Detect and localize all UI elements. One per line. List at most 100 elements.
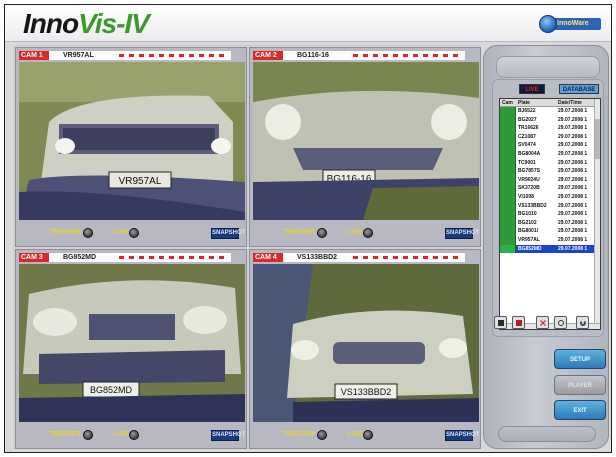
camera-panel-2: CAM 2 BG116-16 BG116-16 TRIGGER LIVE SNA…	[249, 47, 481, 247]
table-row[interactable]: BJ6522 29.07.2008 1	[500, 107, 600, 116]
table-row[interactable]: BG2102 29.07.2008 1	[500, 218, 600, 228]
camera-id: CAM 4	[253, 253, 283, 262]
snapshot-button[interactable]: SNAPSHOT	[445, 430, 479, 441]
row-cam-cell	[500, 218, 516, 228]
live-knob[interactable]	[129, 228, 139, 238]
column-header-plate[interactable]: Plate	[516, 99, 556, 106]
table-body: BJ6522 29.07.2008 1 BG2027 29.07.2008 1 TR16…	[500, 107, 600, 254]
brand-text: InnoWare	[557, 20, 589, 27]
tab-database[interactable]: DATABASE	[559, 84, 599, 94]
camera-controls: TRIGGER LIVE SNAPSHOT	[19, 226, 245, 242]
trigger-label: TRIGGER	[49, 431, 81, 438]
row-plate-cell: BG2102	[518, 219, 537, 226]
row-plate-cell: TC9001	[518, 159, 536, 166]
camera-plate-readout: VS133BBD2	[297, 254, 338, 261]
panel-top-bar	[496, 56, 600, 78]
row-cam-cell	[500, 167, 516, 176]
table-row[interactable]: SK3720B 29.07.2008 1	[500, 184, 600, 193]
table-row[interactable]: BG7857S 29.07.2008 1	[500, 167, 600, 176]
car-image: VS133BBD2	[253, 264, 479, 422]
globe-icon	[539, 15, 557, 33]
car-image: BG852MD	[19, 264, 245, 422]
snapshot-button[interactable]: SNAPSHOT	[211, 228, 245, 239]
row-cam-cell	[500, 107, 516, 116]
row-plate-cell: BG8001I	[518, 228, 539, 235]
table-row[interactable]: VR957AL 29.07.2008 1	[500, 235, 600, 245]
live-knob[interactable]	[363, 228, 373, 238]
table-row[interactable]: SV0474 29.07.2008 1	[500, 141, 600, 150]
row-cam-cell	[500, 244, 516, 254]
camera-id: CAM 1	[19, 51, 49, 60]
table-row[interactable]: TC9001 29.07.2008 1	[500, 158, 600, 168]
trigger-knob[interactable]	[83, 228, 93, 238]
record-icon[interactable]	[512, 316, 525, 329]
camera-title-bar: CAM 1 VR957AL	[19, 51, 231, 60]
row-plate-cell: CZ1087	[518, 133, 536, 140]
table-row[interactable]: BG8001I 29.07.2008 1	[500, 227, 600, 236]
camera-view[interactable]: VR957AL	[19, 62, 245, 220]
signal-indicator	[119, 256, 229, 259]
table-row[interactable]: VR9024U 29.07.2008 1	[500, 175, 600, 185]
camera-view[interactable]: BG116-16	[253, 62, 479, 220]
records-table: Cam Plate Date/Time BJ6522 29.07.2008 1 BG…	[499, 98, 601, 330]
camera-panel-1: CAM 1 VR957AL VR957AL TRIGGER LIVE SNAPS…	[15, 47, 247, 247]
row-plate-cell: VR9024U	[518, 176, 540, 183]
scroll-thumb[interactable]	[595, 119, 600, 159]
live-label: LIVE	[113, 229, 129, 236]
camera-id: CAM 3	[19, 253, 49, 262]
table-row[interactable]: BG852MD 29.07.2008 1	[500, 244, 600, 254]
snapshot-button[interactable]: SNAPSHOT	[211, 430, 245, 441]
camera-controls: TRIGGER LIVE SNAPSHOT	[253, 226, 479, 242]
logo-text-main: Inno	[23, 8, 79, 39]
live-knob[interactable]	[363, 430, 373, 440]
row-cam-cell	[500, 115, 516, 125]
row-plate-cell: VR957AL	[518, 236, 540, 243]
camera-plate-readout: BG852MD	[63, 254, 97, 261]
camera-view[interactable]: BG852MD	[19, 264, 245, 422]
row-cam-cell	[500, 158, 516, 168]
table-row[interactable]: BG1010 29.07.2008 1	[500, 210, 600, 219]
row-cam-cell	[500, 210, 516, 219]
exit-button[interactable]: EXIT	[554, 400, 606, 420]
table-row[interactable]: BG2027 29.07.2008 1	[500, 115, 600, 125]
vertical-scrollbar[interactable]	[594, 99, 600, 329]
table-row[interactable]: VI1098 29.07.2008 1	[500, 192, 600, 202]
table-row[interactable]: VS133BBD2 29.07.2008 1	[500, 201, 600, 211]
camera-id: CAM 2	[253, 51, 283, 60]
row-cam-cell	[500, 192, 516, 202]
table-row[interactable]: CZ1087 29.07.2008 1	[500, 132, 600, 142]
row-cam-cell	[500, 141, 516, 150]
trigger-knob[interactable]	[317, 430, 327, 440]
car-image: VR957AL	[19, 62, 245, 220]
signal-indicator	[119, 54, 229, 57]
player-button[interactable]: PLAYER	[554, 375, 606, 395]
table-row[interactable]: TR16626 29.07.2008 1	[500, 124, 600, 133]
toolbar	[494, 316, 602, 334]
trigger-label: TRIGGER	[283, 229, 315, 236]
camera-icon[interactable]	[494, 316, 507, 329]
svg-text:VR957AL: VR957AL	[119, 176, 162, 187]
camera-panel-3: CAM 3 BG852MD BG852MD TRIGGER LIVE SNAPS…	[15, 249, 247, 449]
delete-icon[interactable]	[536, 316, 549, 329]
setup-button[interactable]: SETUP	[554, 349, 606, 369]
row-plate-cell: BG2027	[518, 116, 537, 123]
trigger-knob[interactable]	[83, 430, 93, 440]
trigger-knob[interactable]	[317, 228, 327, 238]
tab-live[interactable]: LIVE	[519, 84, 545, 94]
row-cam-cell	[500, 132, 516, 142]
refresh-icon[interactable]	[576, 316, 589, 329]
app-logo: InnoVis-IV	[23, 8, 150, 40]
search-icon[interactable]	[554, 316, 567, 329]
signal-indicator	[353, 54, 463, 57]
camera-view[interactable]: VS133BBD2	[253, 264, 479, 422]
live-knob[interactable]	[129, 430, 139, 440]
row-cam-cell	[500, 149, 516, 159]
column-header-cam[interactable]: Cam	[500, 99, 516, 106]
table-row[interactable]: BG8004A 29.07.2008 1	[500, 149, 600, 159]
row-plate-cell: BJ6522	[518, 108, 536, 114]
app-window: InnoVis-IV InnoWare CAM 1 VR957AL VR957A…	[4, 4, 612, 453]
row-cam-cell	[500, 175, 516, 185]
camera-title-bar: CAM 2 BG116-16	[253, 51, 465, 60]
row-plate-cell: SV0474	[518, 142, 536, 149]
snapshot-button[interactable]: SNAPSHOT	[445, 228, 479, 239]
